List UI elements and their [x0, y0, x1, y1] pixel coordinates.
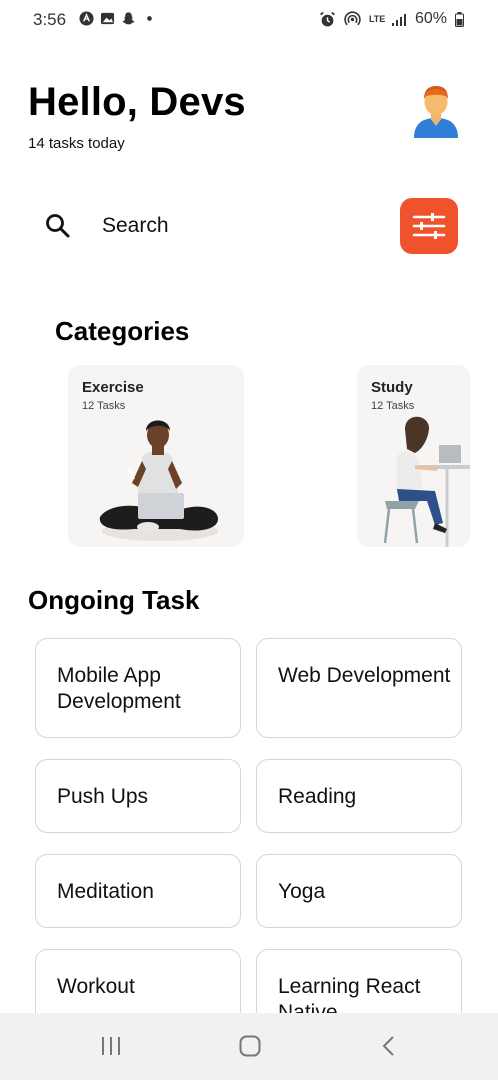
gallery-icon [100, 12, 115, 25]
recents-icon [102, 1037, 120, 1055]
signal-icon [391, 13, 406, 26]
task-label: Web Development [278, 664, 451, 687]
category-card-study[interactable]: Study 12 Tasks [357, 365, 470, 547]
task-card-mobile-app-development[interactable]: Mobile App Development [35, 638, 241, 738]
status-time: 3:56 [33, 10, 67, 29]
exercise-illustration [99, 420, 218, 541]
sliders-icon [412, 213, 446, 239]
back-button[interactable] [372, 1031, 406, 1061]
app-notification-icon [79, 11, 94, 26]
search-input[interactable] [92, 208, 372, 244]
network-type: LTE [368, 13, 386, 24]
categories-title: Categories [55, 316, 190, 346]
category-name: Study [371, 379, 413, 396]
home-icon [239, 1035, 261, 1057]
task-label: Reading [278, 785, 357, 808]
task-label: Mobile App Development [57, 664, 181, 713]
notification-icons [79, 11, 157, 26]
task-card-yoga[interactable]: Yoga [256, 854, 462, 928]
task-label: Yoga [278, 880, 326, 903]
ongoing-task-title: Ongoing Task [28, 585, 200, 615]
person-avatar-icon[interactable] [410, 84, 462, 138]
task-card-meditation[interactable]: Meditation [35, 854, 241, 928]
back-icon [382, 1036, 394, 1056]
task-label: Meditation [57, 880, 154, 903]
dot-icon [147, 16, 152, 21]
battery-percent: 60% [414, 10, 447, 27]
task-card-reading[interactable]: Reading [256, 759, 462, 833]
task-label: Push Ups [57, 785, 149, 808]
home-button[interactable] [233, 1031, 267, 1061]
status-right: LTE 60% [319, 10, 464, 28]
search-icon[interactable] [44, 212, 72, 240]
category-name: Exercise [82, 379, 144, 396]
study-illustration [383, 416, 470, 547]
recents-button[interactable] [94, 1031, 128, 1061]
snapchat-icon [122, 12, 135, 25]
system-nav-bar [0, 1013, 498, 1080]
filter-button[interactable] [400, 198, 458, 254]
tasks-count: 14 tasks today [28, 135, 125, 152]
hotspot-icon [344, 10, 361, 25]
task-card-push-ups[interactable]: Push Ups [35, 759, 241, 833]
task-card-workout[interactable]: Workout [35, 949, 241, 1023]
task-label: Workout [57, 975, 135, 998]
task-card-learning-react-native[interactable]: Learning React Native [256, 949, 462, 1023]
battery-icon [455, 11, 464, 27]
greeting-title: Hello, Devs [28, 80, 246, 124]
status-bar: 3:56 LTE 60% [0, 0, 498, 40]
task-card-web-development[interactable]: Web Development [256, 638, 462, 738]
category-card-exercise[interactable]: Exercise 12 Tasks [68, 365, 244, 547]
alarm-icon [320, 11, 335, 26]
